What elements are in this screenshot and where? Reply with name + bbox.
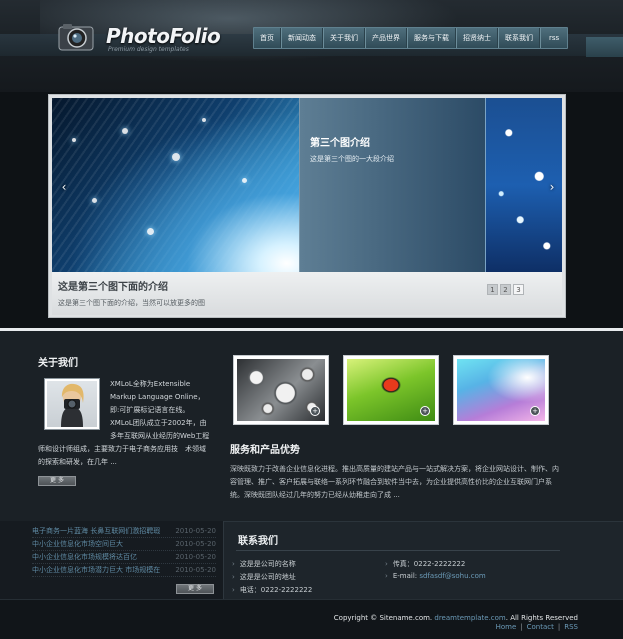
news-item[interactable]: 中小企业信息化市场规模将达百亿 2010-05-20: [32, 551, 216, 564]
logo-subtitle: Premium design templates: [108, 46, 189, 53]
slider-info-text: 这是第三个图下面的介绍，当然可以放更多的图: [58, 299, 205, 307]
pager-button-2[interactable]: 2: [500, 284, 511, 295]
contact-title: 联系我们: [238, 536, 278, 547]
contact-name-text: 这是是公司的名称: [239, 560, 296, 568]
news-date: 2010-05-20: [175, 553, 216, 561]
photographer-image: [61, 383, 84, 427]
zoom-icon[interactable]: +: [310, 406, 320, 416]
news-date: 2010-05-20: [175, 527, 216, 535]
news-title[interactable]: 中小企业信息化市场规模将达百亿: [32, 551, 172, 563]
zoom-icon[interactable]: +: [420, 406, 430, 416]
slider-info-title: 这是第三个图下面的介绍: [58, 282, 168, 293]
slider-info-panel: 这是第三个图下面的介绍 这是第三个图下面的介绍，当然可以放更多的图 1 2 3: [52, 272, 562, 315]
camera-logo-icon[interactable]: [58, 22, 94, 52]
contact-divider: [236, 550, 560, 551]
chevron-right-icon: ›: [232, 573, 235, 581]
nav-news[interactable]: 新闻动态: [281, 28, 323, 48]
slider-pager: 1 2 3: [487, 284, 524, 295]
contact-company-name: › 这是是公司的名称: [232, 559, 296, 569]
logo-title[interactable]: PhotoFolio: [106, 24, 221, 48]
pager-button-3[interactable]: 3: [513, 284, 524, 295]
gallery-thumb-water-drops[interactable]: +: [233, 355, 329, 425]
slide-image-blurred: [299, 98, 485, 272]
news-item[interactable]: 中小企业信息化市场空间巨大 2010-05-20: [32, 538, 216, 551]
footer-link-contact[interactable]: Contact: [527, 623, 554, 631]
contact-fax: › 传真：0222-2222222: [385, 559, 465, 569]
news-title[interactable]: 中小企业信息化市场空间巨大: [32, 538, 172, 550]
copyright-suffix: . All Rights Reserved: [505, 614, 578, 622]
chevron-right-icon: ›: [385, 560, 388, 568]
about-photo: [44, 378, 100, 430]
chevron-right-icon: ›: [385, 572, 388, 580]
contact-email-link[interactable]: sdfasdf@sohu.com: [419, 572, 485, 580]
contact-email: › E-mail: sdfasdf@sohu.com: [385, 572, 486, 580]
nav-contact[interactable]: 联系我们: [498, 28, 540, 48]
main-nav: 首页 新闻动态 关于我们 产品世界 服务与下载 招贤纳士 联系我们 rss: [253, 27, 569, 49]
footer-link-rss[interactable]: RSS: [564, 623, 578, 631]
slider-stage: 第三个图介绍 这是第三个图的一大段介绍 ‹ ›: [52, 98, 562, 272]
news-date: 2010-05-20: [175, 540, 216, 548]
copyright-prefix: Copyright © Sitename.com.: [333, 614, 433, 622]
news-more-button[interactable]: 更 多: [176, 584, 214, 594]
slide-caption-text: 这是第三个图的一大段介绍: [310, 155, 394, 163]
news-title[interactable]: 电子商务一片蓝海 长鼻互联网们激招聘瑕: [32, 525, 172, 537]
contact-phone-text: 电话：0222-2222222: [239, 586, 313, 594]
pager-button-1[interactable]: 1: [487, 284, 498, 295]
zoom-icon[interactable]: +: [530, 406, 540, 416]
next-arrow-icon[interactable]: ›: [546, 180, 558, 194]
nav-tail: [586, 37, 623, 57]
footer-separator: |: [557, 623, 561, 631]
news-list: 电子商务一片蓝海 长鼻互联网们激招聘瑕 2010-05-20 中小企业信息化市场…: [32, 525, 216, 577]
nav-services-download[interactable]: 服务与下载: [407, 28, 456, 48]
contact-phone: › 电话：0222-2222222: [232, 585, 312, 595]
footer-separator: |: [520, 623, 523, 631]
copyright: Copyright © Sitename.com. dreamtemplate.…: [334, 614, 578, 622]
footer-link-home[interactable]: Home: [496, 623, 517, 631]
image-slider: 第三个图介绍 这是第三个图的一大段介绍 ‹ › 这是第三个图下面的介绍 这是第三…: [48, 94, 566, 318]
copyright-link[interactable]: dreamtemplate.com: [434, 614, 505, 622]
nav-rss[interactable]: rss: [540, 28, 567, 48]
footer-links: Home | Contact | RSS: [496, 623, 578, 631]
nav-products[interactable]: 产品世界: [365, 28, 407, 48]
contact-email-label: E-mail:: [392, 572, 420, 580]
news-date: 2010-05-20: [175, 566, 216, 574]
news-item[interactable]: 中小企业信息化市场潜力巨大 市场规模在 2010-05-20: [32, 564, 216, 577]
contact-address-text: 这是是公司的地址: [239, 573, 296, 581]
contact-fax-text: 传真：0222-2222222: [392, 560, 466, 568]
about-title: 关于我们: [38, 358, 78, 369]
prev-arrow-icon[interactable]: ‹: [58, 180, 70, 194]
news-item[interactable]: 电子商务一片蓝海 长鼻互联网们激招聘瑕 2010-05-20: [32, 525, 216, 538]
news-title[interactable]: 中小企业信息化市场潜力巨大 市场规模在: [32, 564, 172, 576]
gallery-thumb-ladybug[interactable]: +: [343, 355, 439, 425]
nav-home[interactable]: 首页: [254, 28, 281, 48]
about-more-button[interactable]: 更 多: [38, 476, 76, 486]
gallery-thumb-abstract[interactable]: +: [453, 355, 549, 425]
contact-address: › 这是是公司的地址: [232, 572, 296, 582]
chevron-right-icon: ›: [232, 560, 235, 568]
services-title: 服务和产品优势: [230, 445, 300, 456]
nav-about[interactable]: 关于我们: [323, 28, 365, 48]
slide-caption-title: 第三个图介绍: [310, 138, 370, 149]
services-text: 深映既致力于改善企业信息化进程。推出高质量的建站产品与一站式解决方案，将企业网站…: [230, 465, 559, 499]
nav-careers[interactable]: 招贤纳士: [456, 28, 498, 48]
chevron-right-icon: ›: [232, 586, 235, 594]
slide-image-light-rays: [52, 98, 299, 272]
